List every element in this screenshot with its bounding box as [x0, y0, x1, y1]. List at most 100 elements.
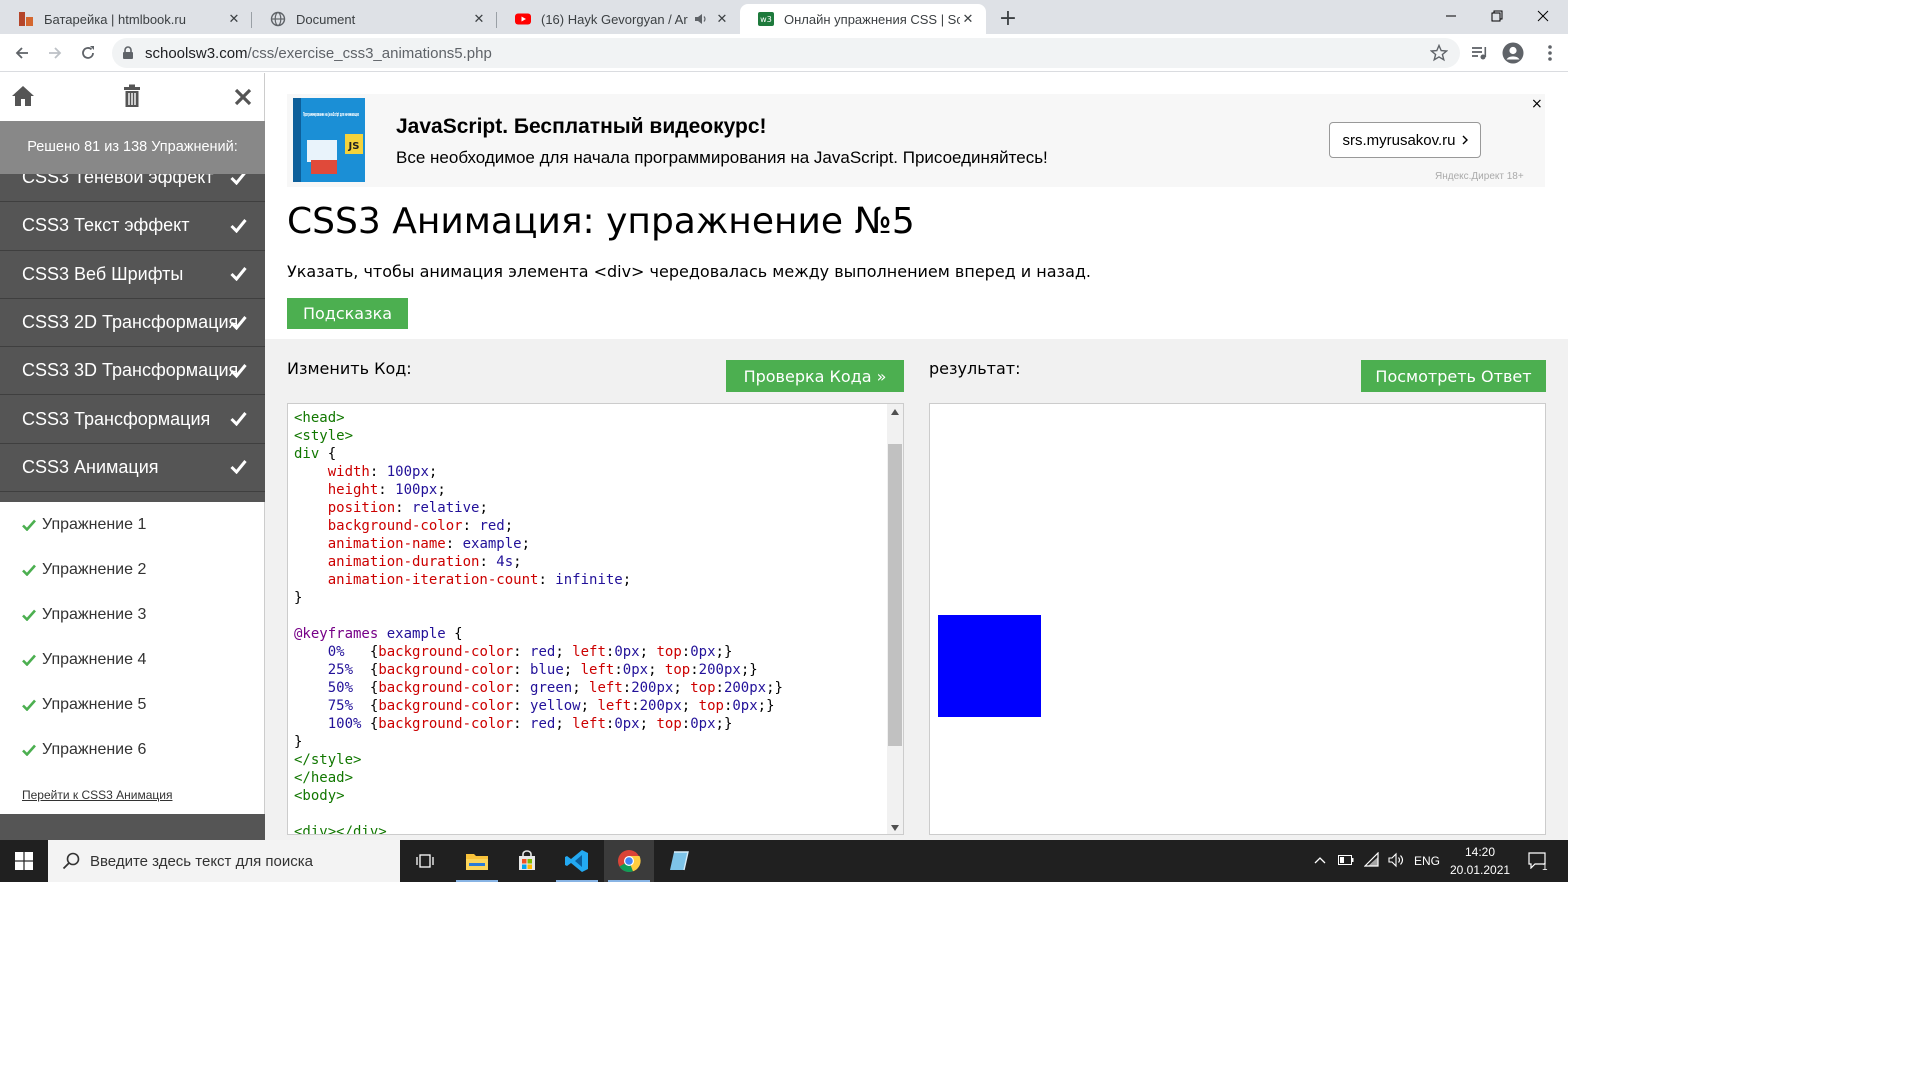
code-line[interactable]: </head>: [294, 769, 783, 787]
home-icon[interactable]: [11, 85, 35, 107]
sidebar-category[interactable]: CSS3 2D Трансформация: [0, 298, 265, 348]
tab-schoolsw3[interactable]: w3 Онлайн упражнения CSS | Scho ✕: [740, 4, 986, 34]
address-bar[interactable]: schoolsw3.com/css/exercise_css3_animatio…: [112, 38, 1460, 68]
scroll-up-icon[interactable]: [891, 409, 899, 415]
code-line[interactable]: <head>: [294, 409, 783, 427]
solved-counter: Решено 81 из 138 Упражнений:: [0, 121, 265, 174]
new-tab-button[interactable]: +: [996, 6, 1020, 31]
code-line[interactable]: 50% {background-color: green; left:200px…: [294, 679, 783, 697]
task-view-button[interactable]: [400, 840, 450, 882]
code-line[interactable]: 0% {background-color: red; left:0px; top…: [294, 643, 783, 661]
trash-icon[interactable]: [122, 84, 142, 108]
goto-section-link[interactable]: Перейти к CSS3 Анимация: [0, 772, 264, 814]
menu-button[interactable]: [1540, 43, 1560, 63]
scroll-down-icon[interactable]: [891, 825, 899, 831]
close-tab-icon[interactable]: ✕: [714, 11, 730, 27]
code-line[interactable]: <div></div>: [294, 823, 783, 834]
clock-time[interactable]: 14:20: [1450, 845, 1510, 859]
code-line[interactable]: background-color: red;: [294, 517, 783, 535]
exercise-item[interactable]: Упражнение 6: [0, 727, 264, 772]
close-tab-icon[interactable]: ✕: [471, 11, 487, 27]
language-indicator[interactable]: ENG: [1414, 854, 1440, 868]
store-icon: [519, 850, 535, 870]
close-sidebar-icon[interactable]: [234, 88, 252, 106]
ad-meta[interactable]: Яндекс.Директ 18+: [1435, 171, 1524, 182]
code-line[interactable]: 25% {background-color: blue; left:0px; t…: [294, 661, 783, 679]
back-button[interactable]: [12, 43, 32, 63]
tab-youtube[interactable]: (16) Hayk Gevorgyan / Aranc ✕: [497, 4, 740, 34]
sidebar-category[interactable]: CSS3 Веб Шрифты: [0, 250, 265, 299]
volume-icon[interactable]: [1388, 852, 1406, 868]
code-line[interactable]: 100% {background-color: red; left:0px; t…: [294, 715, 783, 733]
wifi-icon[interactable]: [1364, 852, 1380, 868]
battery-icon[interactable]: [1338, 855, 1354, 865]
code-line[interactable]: animation-iteration-count: infinite;: [294, 571, 783, 589]
exercise-item[interactable]: Упражнение 1: [0, 502, 264, 547]
close-window-button[interactable]: [1520, 0, 1566, 32]
ad-book-image[interactable]: JS Программирование на JavaScript для на…: [287, 94, 379, 187]
code-editor[interactable]: <html><head><style>div { width: 100px; h…: [287, 403, 904, 835]
sidebar-category[interactable]: CSS3 Теневой эффект: [0, 174, 265, 203]
code-line[interactable]: animation-duration: 4s;: [294, 553, 783, 571]
taskbar-chrome[interactable]: [604, 840, 654, 882]
exercise-item[interactable]: Упражнение 2: [0, 547, 264, 592]
taskbar-file-explorer[interactable]: [452, 840, 502, 882]
code-line[interactable]: animation-name: example;: [294, 535, 783, 553]
result-frame[interactable]: [929, 403, 1546, 835]
maximize-button[interactable]: [1474, 0, 1520, 32]
speaker-icon[interactable]: [694, 12, 708, 26]
minimize-button[interactable]: [1428, 0, 1474, 32]
code-line[interactable]: position: relative;: [294, 499, 783, 517]
check-icon: [230, 267, 247, 282]
lock-icon[interactable]: [122, 46, 134, 60]
code-content[interactable]: <html><head><style>div { width: 100px; h…: [294, 404, 783, 834]
code-line[interactable]: @keyframes example {: [294, 625, 783, 643]
sidebar-category[interactable]: CSS3 3D Трансформация: [0, 347, 265, 396]
taskbar-app[interactable]: [654, 840, 704, 882]
exercise-item[interactable]: Упражнение 3: [0, 592, 264, 637]
tab-htmlbook[interactable]: Батарейка | htmlbook.ru ✕: [0, 4, 252, 34]
code-line[interactable]: width: 100px;: [294, 463, 783, 481]
bookmark-star-icon[interactable]: [1430, 44, 1448, 62]
code-line[interactable]: }: [294, 733, 783, 751]
ad-link-button[interactable]: srs.myrusakov.ru: [1329, 122, 1481, 158]
windows-taskbar: Введите здесь текст для поиска ENG 14:20…: [0, 840, 1568, 882]
media-control-button[interactable]: [1470, 43, 1490, 63]
code-line[interactable]: }: [294, 589, 783, 607]
reload-button[interactable]: [78, 43, 98, 63]
start-button[interactable]: [0, 840, 48, 882]
code-line[interactable]: </style>: [294, 751, 783, 769]
forward-button[interactable]: [45, 43, 65, 63]
clock-date[interactable]: 20.01.2021: [1450, 863, 1510, 877]
code-line[interactable]: <style>: [294, 427, 783, 445]
taskbar-store[interactable]: [502, 840, 552, 882]
ad-title[interactable]: JavaScript. Бесплатный видеокурс!: [396, 115, 767, 139]
hint-button[interactable]: Подсказка: [287, 298, 408, 329]
profile-avatar[interactable]: [1502, 42, 1524, 64]
sidebar-category-active[interactable]: CSS3 Анимация: [0, 443, 265, 493]
ad-text[interactable]: Все необходимое для начала программирова…: [396, 148, 1048, 168]
code-line[interactable]: [294, 805, 783, 823]
code-line[interactable]: 75% {background-color: yellow; left:200p…: [294, 697, 783, 715]
taskbar-vscode[interactable]: [552, 840, 602, 882]
close-tab-icon[interactable]: ✕: [960, 11, 976, 27]
tab-document[interactable]: Document ✕: [252, 4, 497, 34]
sidebar-category[interactable]: CSS3 Текст эффект: [0, 202, 265, 251]
ad-close-button[interactable]: ×: [1531, 96, 1543, 112]
editor-scrollbar[interactable]: [887, 404, 903, 834]
show-answer-button[interactable]: Посмотреть Ответ: [1361, 360, 1546, 392]
sidebar-category[interactable]: CSS3 Трансформация: [0, 395, 265, 444]
exercise-item[interactable]: Упражнение 5: [0, 682, 264, 727]
url-text[interactable]: schoolsw3.com/css/exercise_css3_animatio…: [145, 45, 492, 62]
code-line[interactable]: [294, 607, 783, 625]
close-tab-icon[interactable]: ✕: [226, 11, 242, 27]
taskbar-search[interactable]: Введите здесь текст для поиска: [48, 840, 400, 882]
exercise-item[interactable]: Упражнение 4: [0, 637, 264, 682]
check-code-button[interactable]: Проверка Кода »: [726, 360, 904, 392]
code-line[interactable]: div {: [294, 445, 783, 463]
scrollbar-thumb[interactable]: [888, 444, 902, 746]
code-line[interactable]: <body>: [294, 787, 783, 805]
chevron-up-icon[interactable]: [1314, 856, 1326, 864]
yandex-ad-banner[interactable]: JS Программирование на JavaScript для на…: [287, 94, 1545, 187]
code-line[interactable]: height: 100px;: [294, 481, 783, 499]
